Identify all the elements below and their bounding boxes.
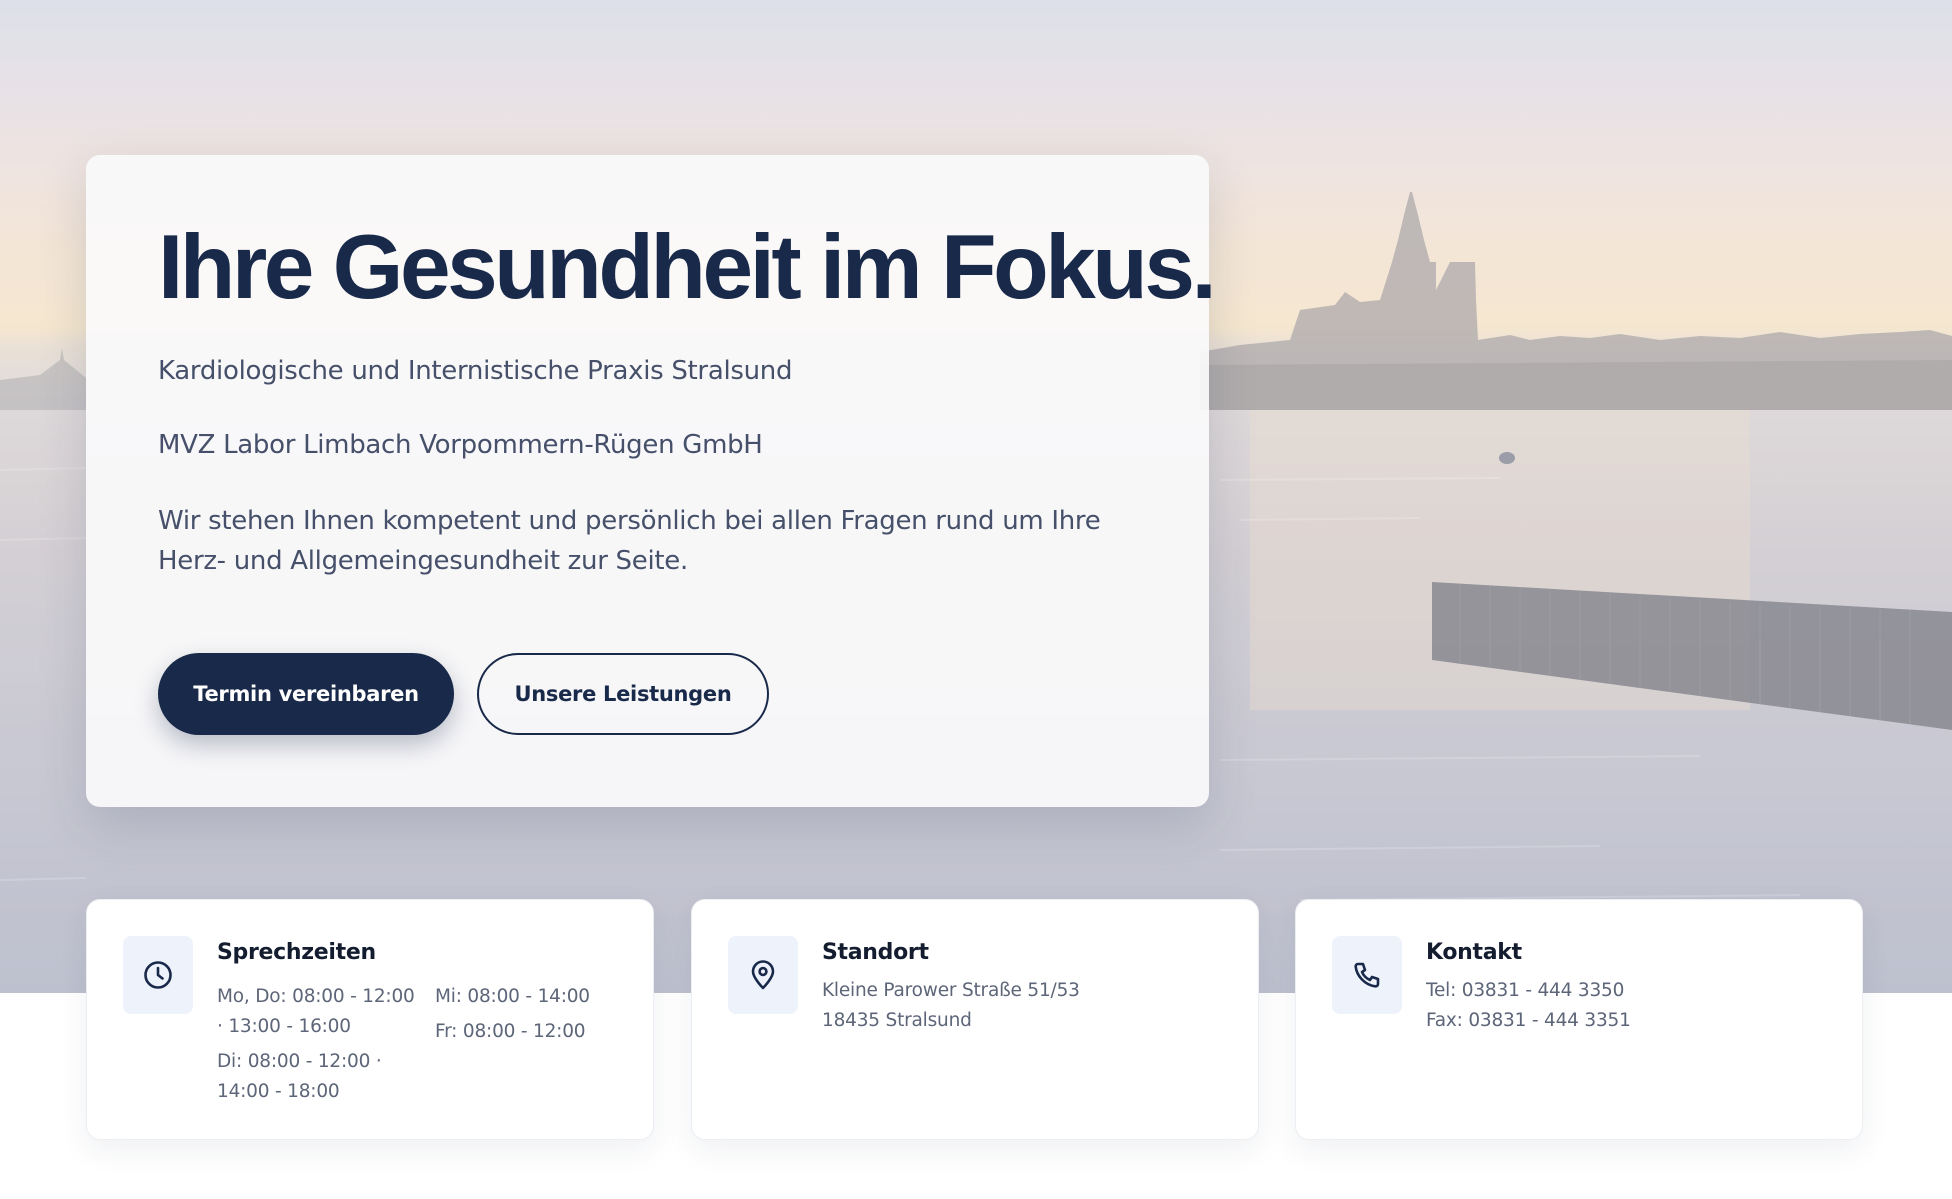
hours-mon-thu: Mo, Do: 08:00 - 12:00 · 13:00 - 16:00	[217, 986, 415, 1037]
hero-description: Wir stehen Ihnen kompetent und persönlic…	[158, 505, 1101, 577]
office-hours-title: Sprechzeiten	[217, 940, 376, 965]
phone-icon-box	[1332, 936, 1402, 1014]
contact-card: Kontakt Tel: 03831 - 444 3350 Fax: 03831…	[1295, 899, 1863, 1140]
hours-wed: Mi: 08:00 - 14:00	[435, 986, 590, 1007]
address-city: 18435 Stralsund	[822, 1010, 972, 1031]
address-street: Kleine Parower Straße 51/53	[822, 980, 1080, 1001]
office-hours-card: Sprechzeiten Mo, Do: 08:00 - 12:00 · 13:…	[86, 899, 654, 1140]
practice-subtitle: Kardiologische und Internistische Praxis…	[158, 356, 793, 387]
location-icon-box	[728, 936, 798, 1014]
hero-card: Ihre Gesundheit im Fokus. Kardiologische…	[86, 155, 1217, 807]
clock-icon	[144, 961, 172, 989]
phone-number[interactable]: Tel: 03831 - 444 3350	[1426, 980, 1624, 1001]
location-title: Standort	[822, 940, 929, 965]
contact-details: Tel: 03831 - 444 3350 Fax: 03831 - 444 3…	[1426, 976, 1826, 1036]
hours-tue: Di: 08:00 - 12:00 · 14:00 - 18:00	[217, 1051, 382, 1102]
page-title: Ihre Gesundheit im Fokus.	[158, 217, 1217, 318]
contact-title: Kontakt	[1426, 940, 1522, 965]
services-button[interactable]: Unsere Leistungen	[477, 653, 769, 735]
location-pin-icon	[751, 960, 775, 990]
location-card: Standort Kleine Parower Straße 51/53 184…	[691, 899, 1259, 1140]
company-name: MVZ Labor Limbach Vorpommern-Rügen GmbH	[158, 429, 763, 460]
phone-icon	[1354, 962, 1380, 988]
clock-icon-box	[123, 936, 193, 1014]
hero-actions: Termin vereinbaren Unsere Leistungen	[158, 653, 769, 735]
hours-fri: Fr: 08:00 - 12:00	[435, 1021, 586, 1042]
book-appointment-button[interactable]: Termin vereinbaren	[158, 653, 454, 735]
fax-number: Fax: 03831 - 444 3351	[1426, 1010, 1631, 1031]
address: Kleine Parower Straße 51/53 18435 Strals…	[822, 976, 1222, 1036]
